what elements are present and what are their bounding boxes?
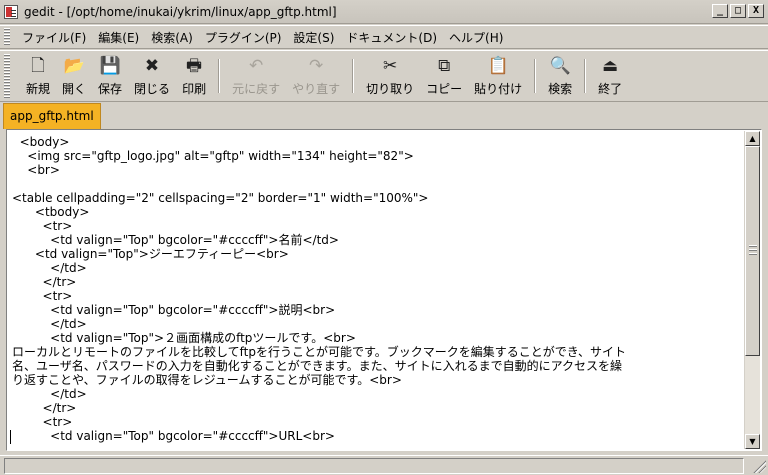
paste-clipboard-icon: 📋: [487, 56, 509, 76]
open-button-label: 開く: [62, 82, 87, 96]
cut-button[interactable]: ✂ 切り取り: [360, 52, 420, 100]
undo-button-label: 元に戻す: [232, 82, 281, 96]
menu-search[interactable]: 検索(A): [145, 29, 199, 46]
code-line: <td valign="Top">２画面構成のftpツールです。<br>: [12, 331, 356, 345]
menu-file[interactable]: ファイル(F): [16, 29, 92, 46]
menu-settings[interactable]: 設定(S): [287, 29, 340, 46]
window-controls: _ □ X: [712, 4, 764, 18]
toolbar-grip-handle[interactable]: [4, 54, 10, 98]
exit-door-icon: ⏏: [602, 56, 619, 76]
editor-frame: <body> <img src="gftp_logo.jpg" alt="gft…: [6, 129, 762, 451]
code-line: ローカルとリモートのファイルを比較してftpを行うことが可能です。ブックマークを…: [12, 345, 626, 359]
code-line: </td>: [12, 387, 87, 401]
code-line: <table cellpadding="2" cellspacing="2" b…: [12, 191, 429, 205]
open-folder-icon: 📂: [63, 56, 85, 76]
close-button[interactable]: X: [748, 4, 764, 18]
new-button[interactable]: 🗋 新規: [20, 52, 56, 100]
document-tab-bar: app_gftp.html: [0, 103, 768, 129]
code-line: </td>: [12, 317, 87, 331]
menu-plugins[interactable]: プラグイン(P): [199, 29, 288, 46]
exit-button-label: 終了: [598, 82, 623, 96]
print-button-label: 印刷: [182, 82, 207, 96]
find-button-label: 検索: [548, 82, 573, 96]
text-cursor: [10, 430, 11, 444]
undo-arrow-icon: ↶: [248, 56, 264, 76]
redo-arrow-icon: ↷: [308, 56, 324, 76]
close-document-button-label: 閉じる: [134, 82, 171, 96]
status-bar: [0, 455, 768, 475]
paste-button[interactable]: 📋 貼り付け: [468, 52, 528, 100]
code-line: <img src="gftp_logo.jpg" alt="gftp" widt…: [12, 149, 414, 163]
copy-button[interactable]: ⧉ コピー: [420, 52, 468, 100]
new-document-icon: 🗋: [31, 56, 45, 76]
code-line: <tr>: [12, 289, 73, 303]
undo-button[interactable]: ↶ 元に戻す: [226, 52, 286, 100]
tab-app-gftp-html[interactable]: app_gftp.html: [3, 103, 101, 129]
code-line: <td valign="Top" bgcolor="#ccccff">説明<br…: [12, 303, 336, 317]
scrollbar-thumb[interactable]: [745, 146, 760, 356]
scissors-icon: ✂: [382, 56, 398, 76]
maximize-button[interactable]: □: [730, 4, 746, 18]
close-x-icon: ✖: [144, 56, 160, 76]
code-line: <td valign="Top" bgcolor="#ccccff">URL<b…: [12, 429, 335, 443]
paste-button-label: 貼り付け: [474, 82, 523, 96]
text-editor[interactable]: <body> <img src="gftp_logo.jpg" alt="gft…: [8, 131, 745, 449]
gedit-app-icon[interactable]: [4, 4, 18, 19]
cut-button-label: 切り取り: [366, 82, 415, 96]
menu-edit[interactable]: 編集(E): [92, 29, 145, 46]
code-line: </tr>: [12, 275, 77, 289]
toolbar-separator: [352, 59, 355, 93]
title-bar: gedit - [/opt/home/inukai/ykrim/linux/ap…: [0, 0, 768, 24]
code-line: <tbody>: [12, 205, 90, 219]
find-button[interactable]: 🔍 検索: [542, 52, 578, 100]
magnifier-icon: 🔍: [549, 56, 571, 76]
code-line: 名、ユーザ名、パスワードの入力を自動化することができます。また、サイトに入れるま…: [12, 359, 622, 373]
save-button[interactable]: 💾 保存: [92, 52, 128, 100]
code-line: り返すことや、ファイルの取得をレジュームすることが可能です。<br>: [12, 373, 402, 387]
menu-documents[interactable]: ドキュメント(D): [340, 29, 443, 46]
scroll-down-arrow-icon[interactable]: ▼: [745, 434, 760, 449]
code-line: <td valign="Top" bgcolor="#ccccff">名前</t…: [12, 233, 339, 247]
thumb-grip-icon: [749, 245, 757, 257]
menu-help[interactable]: ヘルプ(H): [443, 29, 509, 46]
code-line: <tr>: [12, 415, 73, 429]
toolbar: 🗋 新規 📂 開く 💾 保存 ✖ 閉じる 🖶 印刷 ↶ 元に戻す ↷ やり直す …: [0, 50, 768, 102]
vertical-scrollbar[interactable]: ▲ ▼: [744, 131, 760, 449]
redo-button[interactable]: ↷ やり直す: [286, 52, 346, 100]
window-title: gedit - [/opt/home/inukai/ykrim/linux/ap…: [24, 4, 337, 19]
save-button-label: 保存: [98, 82, 123, 96]
code-line: <tr>: [12, 219, 73, 233]
minimize-button[interactable]: _: [712, 4, 728, 18]
copy-icon: ⧉: [438, 56, 451, 76]
exit-button[interactable]: ⏏ 終了: [592, 52, 628, 100]
close-document-button[interactable]: ✖ 閉じる: [128, 52, 176, 100]
scroll-up-arrow-icon[interactable]: ▲: [745, 131, 760, 146]
redo-button-label: やり直す: [292, 82, 341, 96]
code-line: </tr>: [12, 401, 77, 415]
menubar-grip-handle[interactable]: [4, 28, 10, 46]
print-button[interactable]: 🖶 印刷: [176, 52, 212, 100]
code-line: <td valign="Top">ジーエフティーピー<br>: [12, 247, 289, 261]
code-line: </td>: [12, 261, 87, 275]
menu-bar: ファイル(F) 編集(E) 検索(A) プラグイン(P) 設定(S) ドキュメン…: [0, 25, 768, 49]
open-button[interactable]: 📂 開く: [56, 52, 92, 100]
toolbar-separator: [584, 59, 587, 93]
save-disk-icon: 💾: [99, 56, 121, 76]
copy-button-label: コピー: [426, 82, 463, 96]
code-line: <body>: [12, 135, 70, 149]
printer-icon: 🖶: [186, 56, 203, 76]
toolbar-separator: [534, 59, 537, 93]
resize-grip-icon[interactable]: [752, 459, 766, 473]
status-panel: [4, 458, 744, 474]
toolbar-separator: [218, 59, 221, 93]
code-line: <br>: [12, 163, 60, 177]
new-button-label: 新規: [26, 82, 51, 96]
